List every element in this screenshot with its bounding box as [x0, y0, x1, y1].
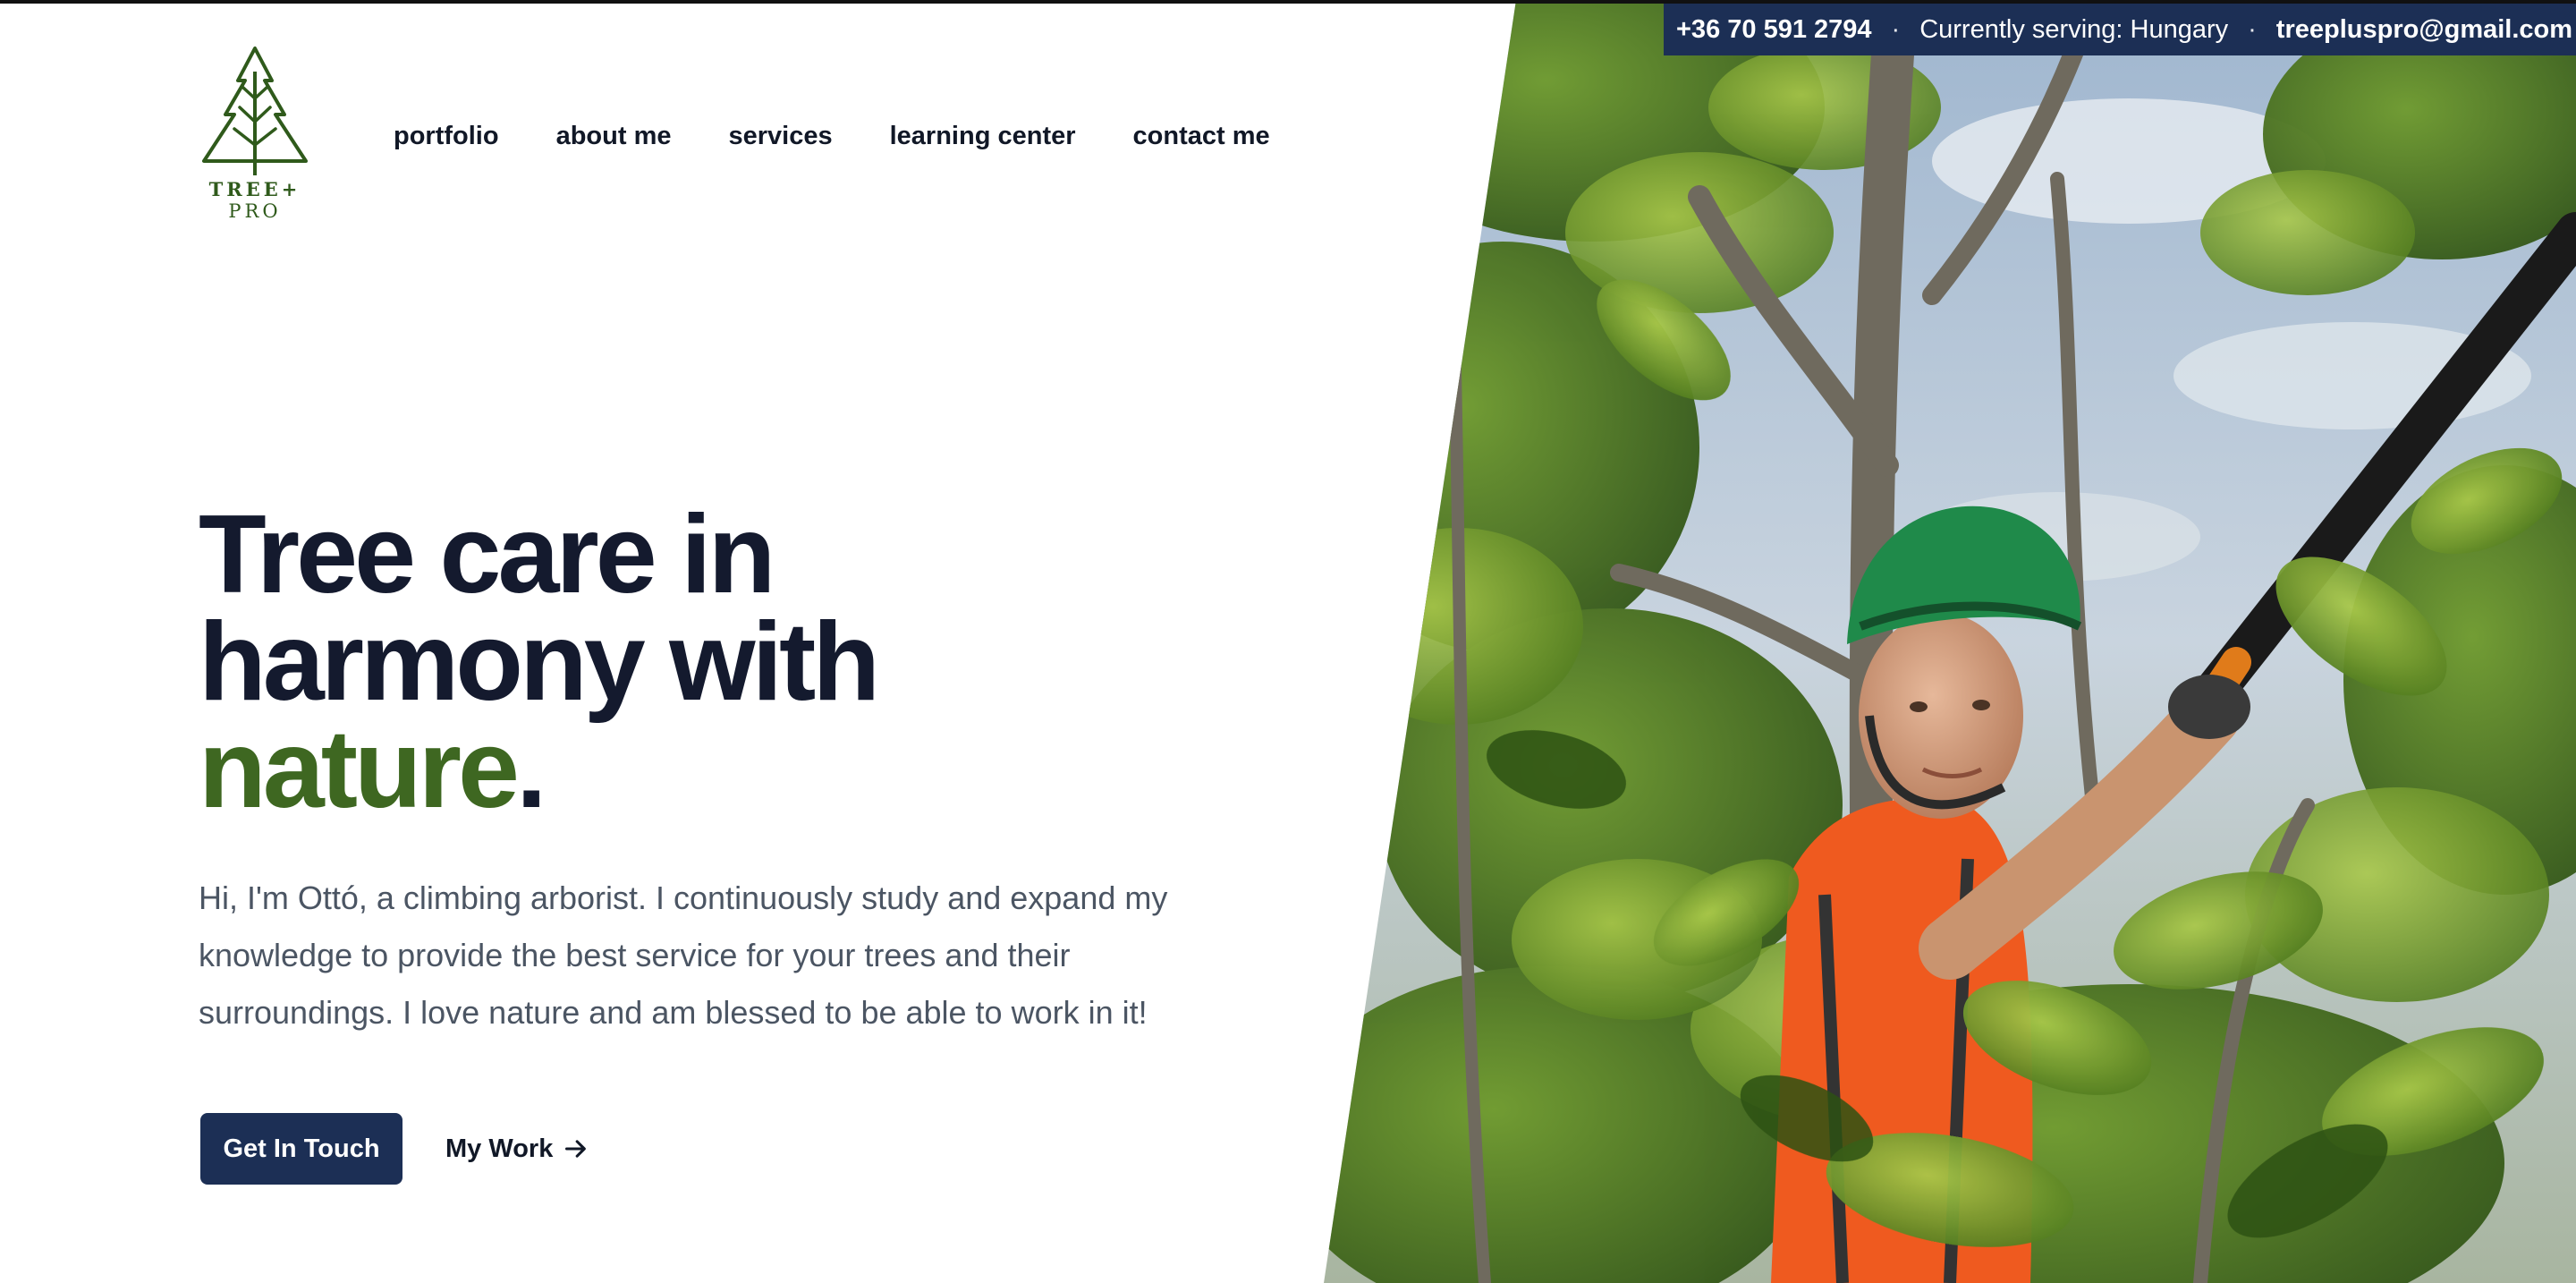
main-nav: portfolio about me services learning cen… [394, 122, 1270, 151]
get-in-touch-button[interactable]: Get In Touch [200, 1113, 402, 1185]
nav-services[interactable]: services [728, 122, 832, 151]
headline-line-2: harmony with [199, 600, 880, 724]
serving-region: Currently serving: Hungary [1919, 14, 2229, 44]
logo-line-2: PRO [228, 200, 282, 222]
hero-intro: Hi, I'm Ottó, a climbing arborist. I con… [199, 879, 1168, 1031]
arrow-right-icon [565, 1140, 587, 1158]
separator-dot: · [1891, 14, 1901, 44]
brand-logo[interactable]: TREE+ PRO [199, 45, 311, 229]
headline-line-1: Tree care in [199, 493, 775, 616]
separator-dot: · [2248, 14, 2257, 44]
my-work-button[interactable]: My Work [445, 1113, 589, 1185]
pine-tree-icon [202, 47, 308, 175]
logo-line-1: TREE+ [208, 178, 301, 200]
email-link[interactable]: treepluspro@gmail.com [2276, 15, 2572, 45]
nav-contact-me[interactable]: contact me [1133, 122, 1270, 151]
contact-bar: +36 70 591 2794 · Currently serving: Hun… [1664, 4, 2576, 55]
headline-highlight: nature [199, 708, 520, 831]
phone-number[interactable]: +36 70 591 2794 [1676, 15, 1872, 45]
hero-photo [1324, 0, 2576, 1283]
nav-learning-center[interactable]: learning center [890, 122, 1076, 151]
hero-headline: Tree care in harmony with nature. [199, 499, 880, 825]
my-work-label: My Work [445, 1134, 554, 1163]
headline-period: . [515, 708, 547, 831]
logo-wordmark: TREE+ PRO [208, 178, 301, 223]
nav-about-me[interactable]: about me [556, 122, 672, 151]
nav-portfolio[interactable]: portfolio [394, 122, 499, 151]
